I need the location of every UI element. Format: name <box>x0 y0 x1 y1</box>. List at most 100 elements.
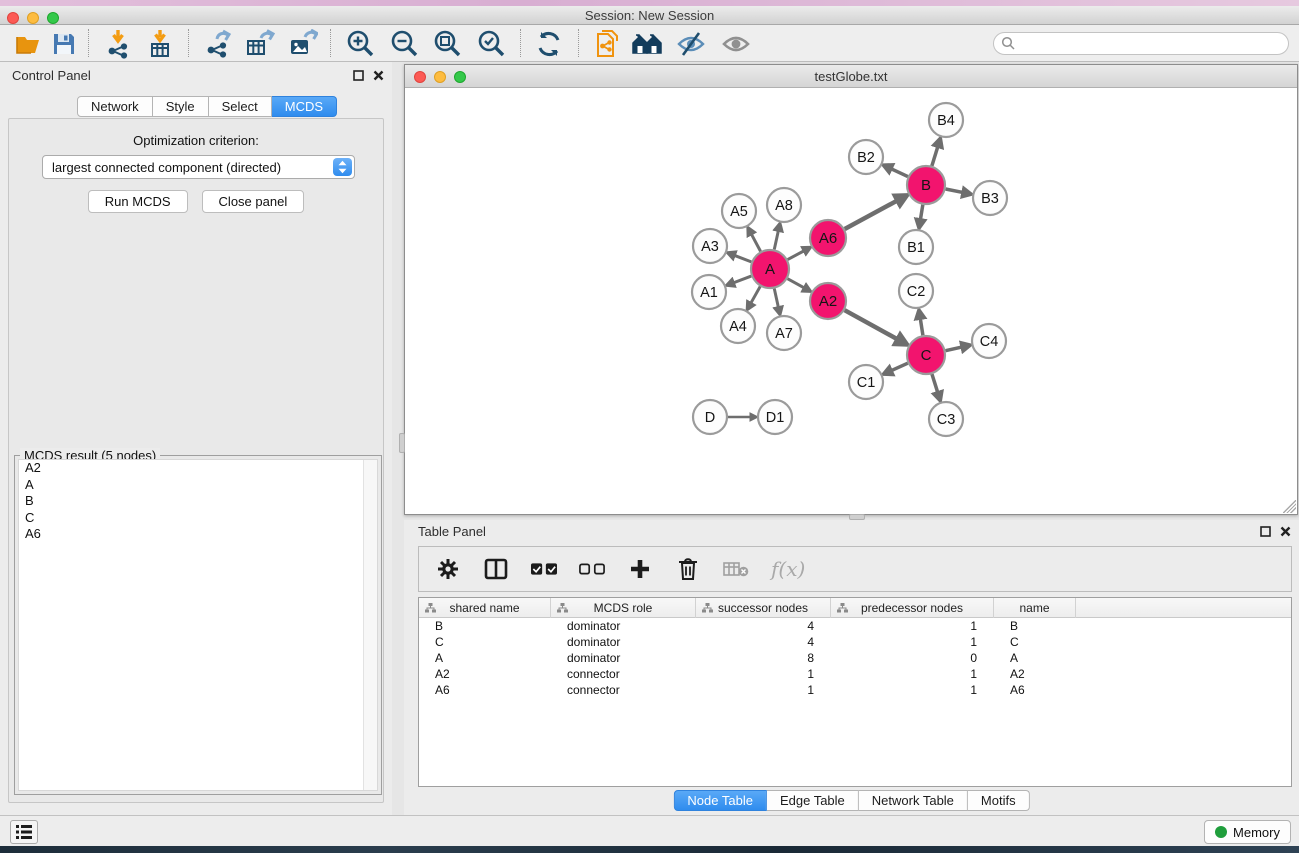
table-cell[interactable]: B <box>419 619 551 633</box>
run-mcds-button[interactable]: Run MCDS <box>88 190 188 213</box>
node-C1[interactable]: C1 <box>849 365 883 399</box>
edge-A-A2[interactable] <box>788 279 805 288</box>
deselect-all-checks-icon[interactable] <box>579 556 605 582</box>
node-A3[interactable]: A3 <box>693 229 727 263</box>
network-canvas[interactable]: B4B2BB3A5A8A6A3B1AA1C2A2A4A7C4CC1C3DD1 <box>405 88 1297 514</box>
node-B[interactable]: B <box>907 166 945 204</box>
edge-B-B4[interactable] <box>932 147 938 166</box>
edge-C-C4[interactable] <box>946 347 962 351</box>
zoom-out-icon[interactable] <box>389 28 421 60</box>
edge-A-A6[interactable] <box>788 251 804 260</box>
table-cell[interactable]: 4 <box>696 619 831 633</box>
node-B4[interactable]: B4 <box>929 103 963 137</box>
table-cell[interactable]: A <box>994 651 1076 665</box>
table-cell[interactable]: 1 <box>831 619 994 633</box>
column-header-shared-name[interactable]: shared name <box>419 598 551 618</box>
table-row[interactable]: Cdominator41C <box>419 634 1291 650</box>
table-cell[interactable]: A6 <box>994 683 1076 697</box>
edge-B-B1[interactable] <box>920 205 922 220</box>
delete-columns-icon[interactable] <box>675 556 701 582</box>
close-panel-icon[interactable] <box>1280 526 1291 537</box>
mcds-result-item[interactable]: C <box>19 510 377 527</box>
table-cell[interactable]: A2 <box>419 667 551 681</box>
import-table-from-file-icon[interactable] <box>144 28 176 60</box>
table-cell[interactable]: 4 <box>696 635 831 649</box>
table-row[interactable]: A2connector11A2 <box>419 666 1291 682</box>
mcds-result-item[interactable]: A2 <box>19 460 377 477</box>
edge-A-A7[interactable] <box>774 289 778 308</box>
import-network-from-file-icon[interactable] <box>102 28 134 60</box>
tab-style[interactable]: Style <box>153 96 209 117</box>
mcds-result-list[interactable]: A2ABCA6 <box>18 459 378 791</box>
new-network-from-selection-icon[interactable] <box>592 28 624 60</box>
column-header-successor-nodes[interactable]: successor nodes <box>696 598 831 618</box>
zoom-fit-icon[interactable] <box>432 28 464 60</box>
table-row[interactable]: A6connector11A6 <box>419 682 1291 698</box>
open-session-icon[interactable] <box>12 28 44 60</box>
edge-C-C3[interactable] <box>932 374 938 392</box>
tab-edge-table[interactable]: Edge Table <box>767 790 859 811</box>
show-column-panel-icon[interactable] <box>483 556 509 582</box>
table-cell[interactable]: 1 <box>696 683 831 697</box>
tab-motifs[interactable]: Motifs <box>968 790 1030 811</box>
export-image-icon[interactable] <box>287 28 319 60</box>
tab-network[interactable]: Network <box>77 96 153 117</box>
edge-C-C2[interactable] <box>920 319 923 336</box>
float-panel-icon[interactable] <box>353 70 364 81</box>
table-cell[interactable]: 8 <box>696 651 831 665</box>
show-task-history-button[interactable] <box>10 820 38 844</box>
edge-B-B2[interactable] <box>891 169 908 177</box>
edge-A2-C[interactable] <box>845 310 898 339</box>
node-A4[interactable]: A4 <box>721 309 755 343</box>
node-A5[interactable]: A5 <box>722 194 756 228</box>
table-cell[interactable]: connector <box>551 683 696 697</box>
edge-A6-B[interactable] <box>845 201 897 229</box>
node-D[interactable]: D <box>693 400 727 434</box>
create-column-icon[interactable] <box>627 556 653 582</box>
float-panel-icon[interactable] <box>1260 526 1271 537</box>
node-B3[interactable]: B3 <box>973 181 1007 215</box>
table-cell[interactable]: 1 <box>831 635 994 649</box>
search-input[interactable] <box>1016 37 1288 51</box>
tab-node-table[interactable]: Node Table <box>673 790 767 811</box>
table-cell[interactable]: dominator <box>551 619 696 633</box>
criterion-dropdown[interactable]: largest connected component (directed) <box>42 155 355 179</box>
resize-grip-icon[interactable] <box>1283 500 1296 513</box>
hide-selected-icon[interactable] <box>675 28 707 60</box>
table-cell[interactable]: 0 <box>831 651 994 665</box>
table-cell[interactable]: dominator <box>551 651 696 665</box>
node-C[interactable]: C <box>907 336 945 374</box>
close-panel-button[interactable]: Close panel <box>202 190 305 213</box>
zoom-in-icon[interactable] <box>345 28 377 60</box>
edge-A-A1[interactable] <box>734 276 752 283</box>
table-cell[interactable]: 1 <box>831 667 994 681</box>
save-session-icon[interactable] <box>48 28 80 60</box>
network-graph[interactable]: B4B2BB3A5A8A6A3B1AA1C2A2A4A7C4CC1C3DD1 <box>405 88 1297 514</box>
table-cell[interactable]: A <box>419 651 551 665</box>
tab-mcds[interactable]: MCDS <box>272 96 337 117</box>
refresh-icon[interactable] <box>533 28 565 60</box>
node-B2[interactable]: B2 <box>849 140 883 174</box>
zoom-selected-icon[interactable] <box>476 28 508 60</box>
node-C4[interactable]: C4 <box>972 324 1006 358</box>
mcds-result-item[interactable]: A <box>19 477 377 494</box>
node-A8[interactable]: A8 <box>767 188 801 222</box>
edge-B-B3[interactable] <box>946 189 963 192</box>
node-A[interactable]: A <box>751 250 789 288</box>
mcds-result-item[interactable]: A6 <box>19 526 377 543</box>
node-A1[interactable]: A1 <box>692 275 726 309</box>
column-header-name[interactable]: name <box>994 598 1076 618</box>
node-C3[interactable]: C3 <box>929 402 963 436</box>
table-row[interactable]: Bdominator41B <box>419 618 1291 634</box>
first-neighbors-icon[interactable] <box>631 28 663 60</box>
node-A7[interactable]: A7 <box>767 316 801 350</box>
search-field[interactable] <box>993 32 1289 55</box>
table-row[interactable]: Adominator80A <box>419 650 1291 666</box>
node-A2[interactable]: A2 <box>810 283 846 319</box>
table-cell[interactable]: A2 <box>994 667 1076 681</box>
table-cell[interactable]: 1 <box>831 683 994 697</box>
select-all-checks-icon[interactable] <box>531 556 557 582</box>
edge-A-A5[interactable] <box>751 234 760 251</box>
column-header-predecessor-nodes[interactable]: predecessor nodes <box>831 598 994 618</box>
table-cell[interactable]: A6 <box>419 683 551 697</box>
